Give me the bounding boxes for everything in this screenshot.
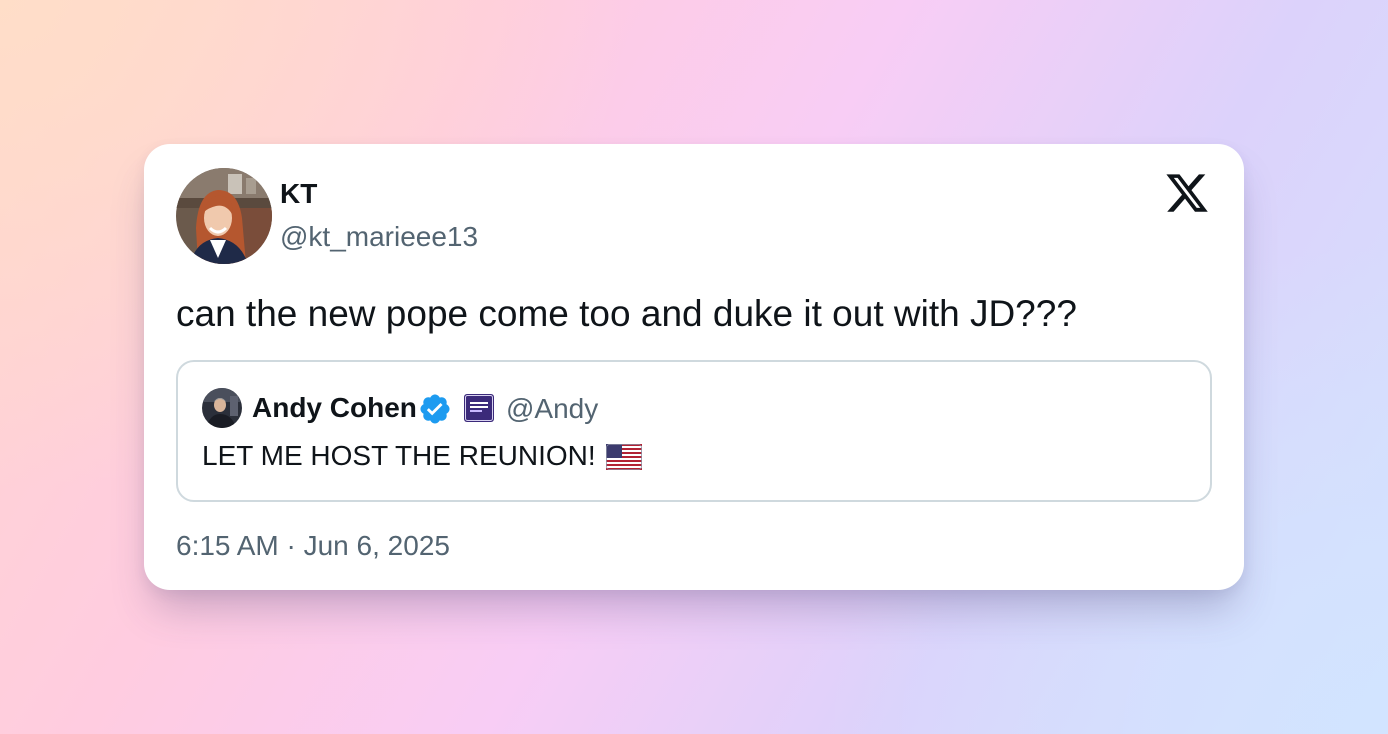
x-logo-icon[interactable] bbox=[1164, 170, 1210, 216]
tweet-card: KT @kt_marieee13 can the new pope come t… bbox=[144, 144, 1244, 590]
author-avatar[interactable] bbox=[176, 168, 272, 264]
quoted-author-avatar[interactable] bbox=[202, 388, 242, 428]
quoted-text-content: LET ME HOST THE REUNION! bbox=[202, 440, 596, 471]
tweet-text: can the new pope come too and duke it ou… bbox=[176, 293, 1077, 334]
quoted-display-name[interactable]: Andy Cohen bbox=[252, 391, 417, 425]
author-display-name[interactable]: KT bbox=[280, 178, 317, 210]
author-avatar-image bbox=[176, 168, 272, 264]
quoted-handle[interactable]: @Andy bbox=[506, 392, 598, 426]
us-flag-icon bbox=[605, 444, 642, 470]
quoted-tweet[interactable]: Andy Cohen @Andy LET ME HOST THE REUNION… bbox=[176, 360, 1212, 502]
affiliate-badge-icon[interactable] bbox=[464, 394, 494, 422]
verified-badge-icon bbox=[420, 394, 450, 424]
tweet-timestamp[interactable]: 6:15 AM · Jun 6, 2025 bbox=[176, 529, 450, 563]
quoted-tweet-text: LET ME HOST THE REUNION! bbox=[202, 439, 642, 473]
quoted-avatar-image bbox=[202, 388, 242, 428]
author-handle[interactable]: @kt_marieee13 bbox=[280, 221, 478, 253]
